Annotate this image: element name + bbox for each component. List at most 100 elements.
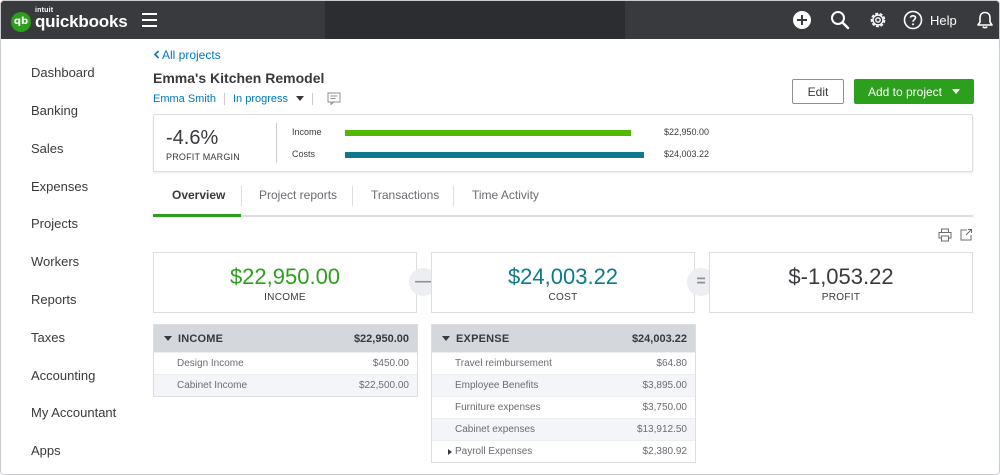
chevron-left-icon — [153, 50, 160, 59]
quickbooks-logo[interactable]: qb intuit quickbooks — [11, 7, 128, 34]
export-icon[interactable] — [959, 228, 973, 242]
cost-kpi-card: $24,003.22 COST — [431, 252, 695, 313]
profit-margin-value: -4.6% — [166, 127, 219, 149]
table-row[interactable]: Furniture expenses $3,750.00 — [432, 396, 695, 418]
row-name: Cabinet Income — [177, 380, 248, 391]
row-name: Design Income — [177, 358, 244, 369]
left-nav: Dashboard Banking Sales Expenses Project… — [1, 39, 141, 474]
expense-table-title: EXPENSE — [456, 333, 510, 345]
tab-time-activity[interactable]: Time Activity — [472, 188, 539, 202]
income-table-header[interactable]: INCOME $22,950.00 — [154, 325, 417, 352]
costs-bar-label: Costs — [292, 149, 316, 159]
back-to-projects-link[interactable]: All projects — [153, 48, 221, 62]
customer-link[interactable]: Emma Smith — [153, 93, 216, 105]
table-row[interactable]: Travel reimbursement $64.80 — [432, 352, 695, 374]
add-to-project-button[interactable]: Add to project — [854, 79, 974, 104]
income-table-total: $22,950.00 — [353, 333, 409, 345]
add-to-project-label: Add to project — [867, 84, 943, 99]
profit-kpi-value: $-1,053.22 — [788, 264, 894, 289]
profit-kpi-label: PROFIT — [821, 292, 861, 303]
edit-button[interactable]: Edit — [792, 79, 844, 104]
nav-item-dashboard[interactable]: Dashboard — [31, 65, 95, 80]
row-amount: $64.80 — [656, 358, 687, 369]
brand-name: quickbooks — [35, 12, 128, 31]
brand-wordmark: intuit quickbooks — [35, 7, 128, 32]
cost-kpi-value: $24,003.22 — [507, 264, 619, 289]
top-bar-search-area — [325, 1, 625, 39]
table-row[interactable]: Design Income $450.00 — [154, 352, 417, 374]
row-name: Travel reimbursement — [455, 358, 552, 369]
notes-icon[interactable] — [327, 92, 341, 105]
tabs-baseline — [153, 215, 973, 217]
summary-divider — [276, 123, 277, 163]
row-name: Cabinet expenses — [455, 424, 536, 435]
nav-item-expenses[interactable]: Expenses — [31, 179, 88, 194]
project-title: Emma's Kitchen Remodel — [153, 70, 325, 86]
row-name: Payroll Expenses — [455, 446, 533, 457]
table-row[interactable]: Employee Benefits $3,895.00 — [432, 374, 695, 396]
menu-toggle-icon[interactable] — [142, 13, 157, 27]
status-value[interactable]: In progress — [233, 93, 288, 105]
project-tabs: Overview Project reports Transactions Ti… — [153, 181, 973, 217]
income-kpi-value: $22,950.00 — [229, 264, 341, 289]
expand-row-icon[interactable] — [448, 449, 452, 455]
income-bar-amount: $22,950.00 — [664, 127, 710, 137]
nav-item-apps[interactable]: Apps — [31, 443, 61, 458]
help-label[interactable]: Help — [930, 13, 957, 28]
expense-table-total: $24,003.22 — [631, 333, 687, 345]
status-dropdown-icon[interactable] — [296, 96, 304, 101]
income-table: INCOME $22,950.00 Design Income $450.00 … — [153, 324, 418, 397]
income-table-title: INCOME — [178, 333, 224, 345]
nav-item-sales[interactable]: Sales — [31, 141, 64, 156]
income-bar-label: Income — [292, 127, 322, 137]
row-amount: $22,500.00 — [358, 380, 409, 391]
print-icon[interactable] — [938, 228, 952, 242]
gear-icon[interactable] — [868, 10, 888, 30]
income-bar — [345, 130, 631, 136]
income-kpi-card: $22,950.00 INCOME — [153, 252, 417, 313]
income-kpi-label: INCOME — [264, 292, 306, 303]
expense-table: EXPENSE $24,003.22 Travel reimbursement … — [431, 324, 696, 463]
tab-divider — [241, 186, 242, 206]
dropdown-arrow-icon — [952, 89, 961, 94]
nav-item-my-accountant[interactable]: My Accountant — [31, 405, 116, 420]
tab-transactions[interactable]: Transactions — [371, 188, 439, 202]
app-window: qb intuit quickbooks Help Dashboard Bank… — [0, 0, 1000, 475]
costs-bar-amount: $24,003.22 — [664, 149, 710, 159]
profit-summary-card: -4.6% PROFIT MARGIN Income $22,950.00 Co… — [153, 114, 973, 172]
table-row[interactable]: Payroll Expenses $2,380.92 — [432, 440, 695, 462]
nav-item-banking[interactable]: Banking — [31, 103, 78, 118]
profit-kpi-card: $-1,053.22 PROFIT — [709, 252, 973, 313]
tab-overview[interactable]: Overview — [172, 188, 225, 202]
row-name: Furniture expenses — [455, 402, 541, 413]
nav-item-workers[interactable]: Workers — [31, 254, 79, 269]
notifications-bell-icon[interactable] — [975, 10, 995, 30]
active-tab-indicator — [153, 214, 241, 217]
tab-divider — [453, 186, 454, 206]
table-row[interactable]: Cabinet Income $22,500.00 — [154, 374, 417, 396]
project-meta: Emma Smith In progress — [153, 92, 341, 105]
qb-logo-icon: qb — [11, 11, 31, 32]
meta-divider — [312, 92, 313, 105]
cost-kpi-label: COST — [548, 292, 578, 303]
row-amount: $2,380.92 — [642, 446, 688, 457]
tab-project-reports[interactable]: Project reports — [259, 188, 337, 202]
profit-margin-label: PROFIT MARGIN — [166, 152, 240, 162]
search-icon[interactable] — [830, 10, 850, 30]
meta-divider — [223, 92, 225, 105]
row-amount: $450.00 — [372, 358, 409, 369]
expense-table-header[interactable]: EXPENSE $24,003.22 — [432, 325, 695, 352]
nav-item-projects[interactable]: Projects — [31, 216, 78, 231]
help-icon[interactable] — [903, 10, 923, 30]
back-link-label: All projects — [162, 48, 221, 62]
table-row[interactable]: Cabinet expenses $13,912.50 — [432, 418, 695, 440]
nav-item-taxes[interactable]: Taxes — [31, 330, 65, 345]
row-amount: $3,895.00 — [642, 380, 688, 391]
nav-item-reports[interactable]: Reports — [31, 292, 77, 307]
plus-circle-icon[interactable] — [792, 10, 812, 30]
row-name: Employee Benefits — [455, 380, 539, 391]
nav-item-accounting[interactable]: Accounting — [31, 368, 95, 383]
collapse-caret-icon[interactable] — [164, 336, 172, 341]
row-amount: $3,750.00 — [642, 402, 688, 413]
collapse-caret-icon[interactable] — [442, 336, 450, 341]
